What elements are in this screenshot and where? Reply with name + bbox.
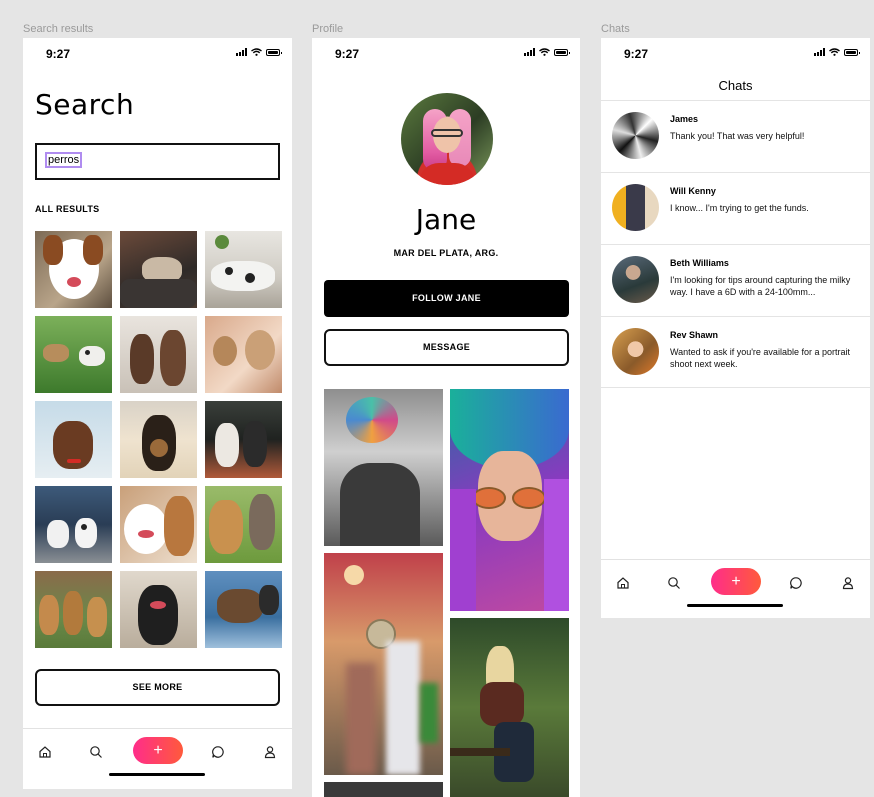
signal-icon [236,48,247,56]
result-image[interactable] [35,231,112,308]
wifi-icon [829,48,840,56]
plus-icon[interactable]: + [711,568,761,595]
wifi-icon [539,48,550,56]
message-button[interactable]: MESSAGE [324,329,569,366]
result-image[interactable] [35,401,112,478]
chat-bubble-icon[interactable] [789,576,803,590]
chat-item[interactable]: Will Kenny I know... I'm trying to get t… [601,173,870,244]
user-icon[interactable] [841,576,855,590]
signal-icon [524,48,535,56]
avatar [612,328,659,375]
page-title: Search [35,88,135,121]
signal-icon [814,48,825,56]
chats-screen: 9:27 Chats James Thank you! That was ver… [601,38,870,618]
search-icon[interactable] [89,745,103,759]
search-input[interactable]: perros [35,143,280,180]
status-bar: 9:27 [601,38,870,68]
page-title: Chats [718,78,753,93]
result-image[interactable] [120,231,197,308]
result-image[interactable] [120,571,197,648]
wifi-icon [251,48,262,56]
chat-preview: Thank you! That was very helpful! [670,131,805,141]
result-image[interactable] [205,571,282,648]
follow-button[interactable]: FOLLOW JANE [324,280,569,317]
gallery-photo[interactable] [324,782,443,797]
status-icons [814,48,860,56]
plus-icon[interactable]: + [133,737,183,764]
chat-bubble-icon[interactable] [211,745,225,759]
status-bar: 9:27 [23,38,292,68]
chat-preview: I'm looking for tips around capturing th… [670,275,851,297]
profile-name: Jane [415,203,477,236]
tab-bar: + [601,559,870,613]
result-image[interactable] [205,401,282,478]
status-icons [236,48,282,56]
status-bar: 9:27 [312,38,580,68]
battery-icon [554,48,570,56]
result-image[interactable] [205,231,282,308]
result-image[interactable] [120,316,197,393]
user-icon[interactable] [263,745,277,759]
profile-screen: 9:27 Jane MAR DEL PLATA, ARG. FOLLOW JAN… [312,38,580,797]
chat-preview: I know... I'm trying to get the funds. [670,203,809,213]
chat-name: James [670,114,699,124]
divider [601,387,870,388]
frame-label-chats: Chats [601,23,630,35]
chat-item[interactable]: Rev Shawn Wanted to ask if you're availa… [601,317,870,388]
battery-icon [844,48,860,56]
result-image[interactable] [205,486,282,563]
chat-item[interactable]: Beth Williams I'm looking for tips aroun… [601,245,870,316]
frame-label-search: Search results [23,23,94,35]
profile-avatar [401,93,493,185]
home-indicator [687,604,783,607]
tab-bar: + [23,728,292,782]
gallery-photo[interactable] [450,389,569,611]
home-icon[interactable] [616,576,630,590]
search-screen: 9:27 Search perros ALL RESULTS SEE MORE … [23,38,292,789]
status-time: 9:27 [624,47,649,61]
status-time: 9:27 [46,47,71,61]
avatar [612,256,659,303]
home-icon[interactable] [38,745,52,759]
status-time: 9:27 [335,47,360,61]
avatar [612,184,659,231]
see-more-button[interactable]: SEE MORE [35,669,280,706]
gallery-photo[interactable] [324,389,443,546]
search-icon[interactable] [667,576,681,590]
results-grid [35,231,282,648]
avatar [612,112,659,159]
result-image[interactable] [120,401,197,478]
result-image[interactable] [205,316,282,393]
home-indicator [109,773,205,776]
frame-label-profile: Profile [312,23,344,35]
status-icons [524,48,570,56]
section-heading: ALL RESULTS [35,204,100,214]
gallery-photo[interactable] [324,553,443,775]
chat-item[interactable]: James Thank you! That was very helpful! [601,101,870,172]
chat-name: Will Kenny [670,186,716,196]
chat-name: Beth Williams [670,258,729,268]
result-image[interactable] [35,486,112,563]
profile-location: MAR DEL PLATA, ARG. [393,248,499,258]
result-image[interactable] [35,316,112,393]
chat-preview: Wanted to ask if you're available for a … [670,347,850,369]
gallery-photo[interactable] [450,618,569,797]
search-query[interactable]: perros [44,152,83,168]
result-image[interactable] [35,571,112,648]
battery-icon [266,48,282,56]
result-image[interactable] [120,486,197,563]
chat-name: Rev Shawn [670,330,719,340]
